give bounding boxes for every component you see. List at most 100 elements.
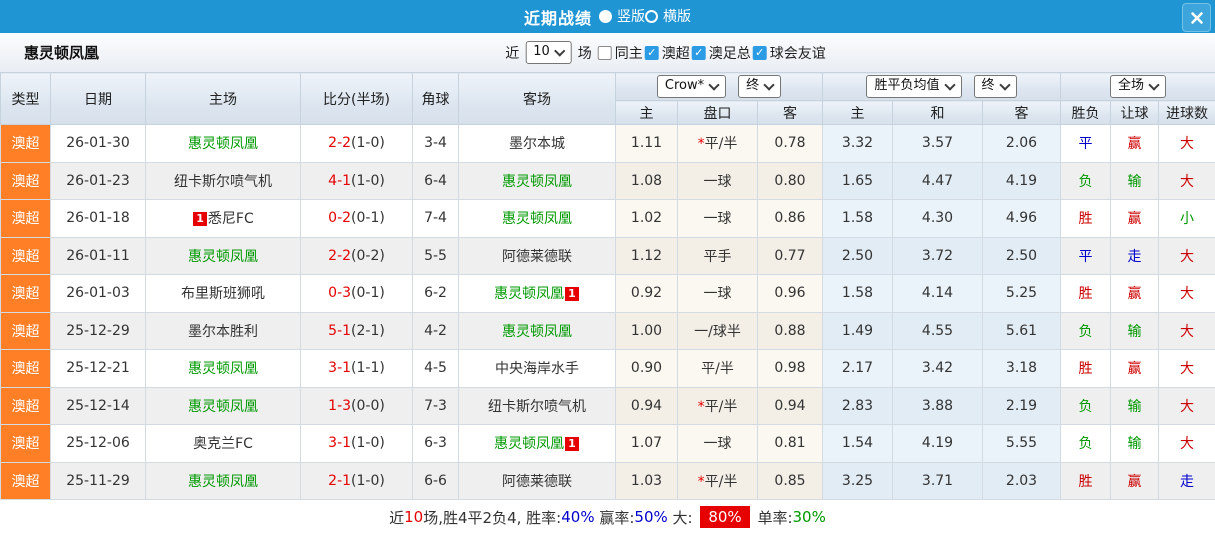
crown-home-odds-cell: 1.07 [615, 424, 678, 463]
recent-count-value: 10 [533, 44, 550, 60]
avg-odds-group-header: 胜平负均值 终 [822, 72, 1061, 101]
score-cell: 3-1(1-1) [300, 349, 413, 388]
red-card-badge: 1 [193, 212, 207, 227]
result-cell: 平 [1060, 124, 1111, 163]
close-button[interactable] [1182, 3, 1211, 32]
result-cell: 负 [1060, 311, 1111, 350]
filter-checkbox-option[interactable]: 澳超 [644, 43, 690, 63]
date-cell: 25-11-29 [50, 461, 146, 500]
chevron-down-icon [943, 78, 956, 91]
scope-select-value: 全场 [1118, 78, 1145, 94]
recent-count-select[interactable]: 10 [525, 41, 572, 64]
crown-home-odds-cell: 0.90 [615, 349, 678, 388]
league-cell: 澳超 [0, 161, 51, 200]
home-team-cell: 惠灵顿凤凰 [145, 124, 301, 163]
fulltime-score: 3-1 [328, 435, 352, 452]
away-team-name: 中央海岸水手 [495, 361, 579, 378]
summary-text: 50% [634, 508, 668, 526]
away-team-name: 阿德莱德联 [502, 473, 572, 490]
radio-icon [599, 9, 612, 23]
subcol-crown-away: 客 [757, 100, 823, 125]
checkbox-label: 同主 [614, 45, 643, 62]
summary-text: 40% [561, 508, 595, 526]
away-team-cell: 阿德莱德联 [458, 461, 616, 500]
goals-result-cell: 大 [1157, 124, 1215, 163]
handicap-result-cell: 输 [1110, 424, 1159, 463]
corner-cell: 6-3 [412, 424, 459, 463]
bookmaker-state-select[interactable]: 终 [738, 75, 782, 98]
away-team-name: 墨尔本城 [509, 136, 565, 153]
checkbox-label: 澳超 [661, 45, 690, 62]
result-cell: 负 [1060, 386, 1111, 425]
filter-checkbox-option[interactable]: 球会友谊 [752, 43, 826, 63]
chevron-down-icon [708, 78, 720, 91]
summary-text: 近 [389, 508, 405, 527]
filter-checkbox-option[interactable]: 同主 [597, 43, 643, 63]
handicap-result-cell: 走 [1110, 236, 1159, 275]
panel-title: 近期战绩 [523, 8, 592, 28]
subcol-avg-draw: 和 [892, 100, 983, 125]
result-cell: 胜 [1060, 274, 1111, 313]
away-team-name: 惠灵顿凤凰 [502, 323, 572, 340]
results-table: 类型 日期 主场 比分(半场) 角球 客场 Crow* 终 胜平负均值 终 全场… [0, 72, 1215, 500]
avg-odds-state-select[interactable]: 终 [973, 75, 1017, 98]
scope-select[interactable]: 全场 [1110, 75, 1167, 98]
result-cell: 负 [1060, 424, 1111, 463]
asterisk-mark: * [697, 398, 705, 415]
halftime-score: (1-0) [351, 172, 385, 189]
matches-label: 场 [577, 45, 592, 62]
handicap-result-cell: 输 [1110, 311, 1159, 350]
summary-text: 30% [792, 508, 826, 526]
fulltime-score: 4-1 [328, 172, 352, 189]
score-cell: 2-1(1-0) [300, 461, 413, 500]
avg-draw-odds-cell: 4.14 [892, 274, 983, 313]
avg-odds-select[interactable]: 胜平负均值 [866, 75, 962, 98]
filter-checkbox-option[interactable]: 澳足总 [691, 43, 751, 63]
recent-results-panel: 近期战绩 竖版横版 惠灵顿凤凰 近 10 场 同主澳超澳足总球会友谊 [0, 0, 1215, 534]
handicap-result-cell: 赢 [1110, 349, 1159, 388]
layout-radio-horizontal[interactable]: 横版 [645, 6, 691, 26]
avg-away-odds-cell: 2.03 [982, 461, 1061, 500]
col-header-home: 主场 [145, 72, 301, 125]
away-team-cell: 惠灵顿凤凰 [458, 161, 616, 200]
handicap-cell: 平/半 [677, 349, 758, 388]
fulltime-score: 0-3 [328, 285, 352, 302]
league-cell: 澳超 [0, 386, 51, 425]
goals-result-cell: 小 [1157, 199, 1215, 238]
checkbox-icon [644, 45, 659, 60]
result-cell: 平 [1060, 236, 1111, 275]
table-row: 澳超 26-01-30 惠灵顿凤凰 2-2(1-0) 3-4 墨尔本城 1.11 *平/半 0.… [0, 124, 1215, 163]
halftime-score: (0-1) [351, 285, 385, 302]
scope-group-header: 全场 [1059, 72, 1215, 101]
away-team-cell: 惠灵顿凤凰 [458, 311, 616, 350]
away-team-cell: 纽卡斯尔喷气机 [458, 386, 616, 425]
home-team-name: 奥克兰FC [193, 436, 253, 453]
handicap-cell: *平/半 [677, 386, 758, 425]
score-cell: 0-3(0-1) [300, 274, 413, 313]
corner-cell: 7-3 [412, 386, 459, 425]
score-cell: 2-2(0-2) [300, 236, 413, 275]
crown-home-odds-cell: 1.11 [615, 124, 678, 163]
layout-radio-vertical[interactable]: 竖版 [599, 6, 645, 26]
col-header-date: 日期 [50, 72, 146, 125]
avg-home-odds-cell: 3.32 [822, 124, 893, 163]
halftime-score: (1-0) [351, 135, 385, 152]
result-cell: 负 [1060, 161, 1111, 200]
handicap-cell: 一/球半 [677, 311, 758, 350]
corner-cell: 4-2 [412, 311, 459, 350]
home-team-name: 悉尼FC [207, 211, 254, 228]
goals-result-cell: 走 [1157, 461, 1215, 500]
home-team-cell: 惠灵顿凤凰 [145, 461, 301, 500]
subcol-result: 胜负 [1060, 100, 1111, 125]
goals-result-cell: 大 [1157, 386, 1215, 425]
subcol-handicap: 盘口 [677, 100, 758, 125]
away-team-cell: 墨尔本城 [458, 124, 616, 163]
home-team-name: 纽卡斯尔喷气机 [174, 173, 272, 190]
handicap-cell: 平手 [677, 236, 758, 275]
table-row: 澳超 26-01-11 惠灵顿凤凰 2-2(0-2) 5-5 阿德莱德联 1.12 平手 0.7… [0, 236, 1215, 275]
table-row: 澳超 25-12-14 惠灵顿凤凰 1-3(0-0) 7-3 纽卡斯尔喷气机 0.94 *平/… [0, 386, 1215, 425]
crown-away-odds-cell: 0.96 [757, 274, 823, 313]
subcol-avg-home: 主 [822, 100, 893, 125]
handicap-cell: *平/半 [677, 461, 758, 500]
bookmaker-select[interactable]: Crow* [656, 75, 727, 98]
